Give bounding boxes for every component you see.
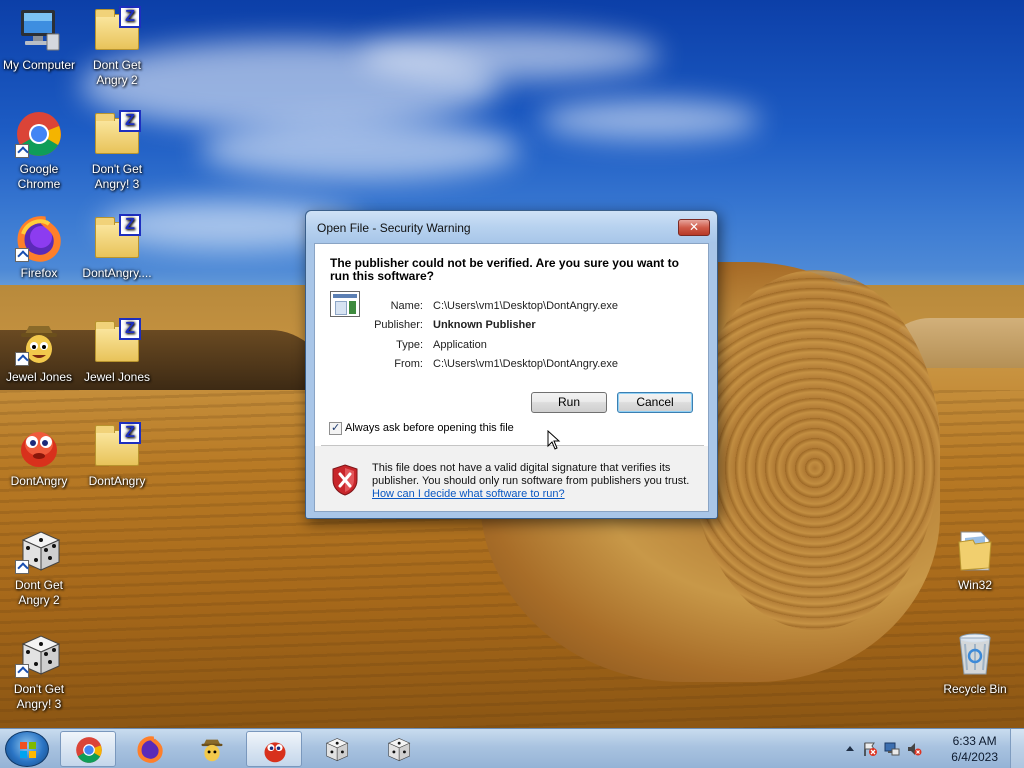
taskbar-firefox[interactable] (122, 731, 178, 767)
desktop-icon-label: Firefox (20, 266, 58, 280)
desktop-icon-label: Don't Get Angry! 3 (91, 162, 143, 191)
shield-warning-icon (331, 464, 359, 496)
desktop-icon-label: Jewel Jones (83, 370, 151, 384)
dialog-heading: The publisher could not be verified. Are… (330, 256, 679, 283)
jewel-jones-icon (15, 318, 63, 366)
field-label: Name: (390, 300, 423, 312)
shortcut-arrow-icon (15, 560, 29, 574)
network-icon[interactable] (884, 741, 900, 757)
dialog-footer: This file does not have a valid digital … (315, 446, 708, 511)
desktop-icon-label: Google Chrome (17, 162, 61, 191)
desktop-icon-label: DontAngry (88, 474, 146, 488)
desktop-icon-label: Recycle Bin (943, 682, 1007, 696)
folder-zip-icon: Z (93, 318, 141, 366)
help-link[interactable]: How can I decide what software to run? (372, 488, 565, 500)
desktop-icon-label: DontAngry (10, 474, 68, 488)
field-value: Unknown Publisher (433, 319, 536, 331)
desktop-icon-label: Jewel Jones (5, 370, 73, 384)
dontangry-game-icon (15, 422, 63, 470)
desktop-icon-label: Don't Get Angry! 3 (13, 682, 65, 711)
field-value: C:\Users\vm1\Desktop\DontAngry.exe (433, 300, 619, 312)
taskbar-dontangry[interactable] (246, 731, 302, 767)
desktop-icon-dont-get-angry-2[interactable]: Dont Get Angry 2 (0, 526, 78, 608)
dice-icon (322, 735, 350, 763)
dice-icon (15, 526, 63, 574)
close-button[interactable]: ✕ (678, 219, 710, 236)
always-ask-checkbox[interactable] (329, 421, 342, 435)
desktop-icon-jewel-jones-folder[interactable]: Z Jewel Jones (78, 318, 156, 385)
desktop-icon-label: Win32 (957, 578, 992, 592)
desktop-icon-dontangry-folder[interactable]: Z DontAngry.... (78, 214, 156, 281)
dice-icon (384, 735, 412, 763)
desktop-icon-label: DontAngry.... (82, 266, 152, 280)
dialog-content: The publisher could not be verified. Are… (314, 243, 709, 512)
desktop-icon-label: My Computer (2, 58, 76, 72)
clock-time: 6:33 AM (952, 734, 997, 748)
show-desktop-button[interactable] (1010, 729, 1024, 768)
desktop-icon-win32[interactable]: Win32 (936, 526, 1014, 593)
desktop-icon-dontangry-folder-2[interactable]: Z DontAngry (78, 422, 156, 489)
clock-date: 6/4/2023 (951, 750, 998, 764)
dialog-title: Open File - Security Warning (317, 221, 471, 235)
folder-zip-icon: Z (93, 6, 141, 54)
field-value: C:\Users\vm1\Desktop\DontAngry.exe (433, 358, 619, 370)
show-hidden-icons-icon[interactable] (842, 741, 858, 757)
desktop-icon-dont-get-angry-3-folder[interactable]: Z Don't Get Angry! 3 (78, 110, 156, 192)
start-button[interactable] (5, 731, 49, 767)
taskbar-dice-2[interactable] (370, 731, 426, 767)
field-label: Publisher: (374, 319, 423, 331)
dialog-titlebar[interactable]: Open File - Security Warning ✕ (306, 211, 717, 243)
dice-icon (15, 630, 63, 678)
taskbar-dice-1[interactable] (308, 731, 364, 767)
mouse-cursor-icon (547, 429, 561, 450)
desktop-icon-firefox[interactable]: Firefox (0, 214, 78, 281)
folder-zip-icon: Z (93, 110, 141, 158)
action-center-flag-icon[interactable] (862, 741, 878, 757)
folder-zip-icon: Z (93, 422, 141, 470)
clock[interactable]: 6:33 AM 6/4/2023 (951, 733, 998, 765)
cancel-button[interactable]: Cancel (617, 392, 693, 413)
firefox-icon (15, 214, 63, 262)
signature-warning-text: This file does not have a valid digital … (372, 462, 690, 487)
field-label: From: (394, 358, 423, 370)
always-ask-label[interactable]: Always ask before opening this file (345, 422, 514, 434)
taskbar: 6:33 AM 6/4/2023 (0, 728, 1024, 768)
desktop-icon-dont-get-angry-2-folder[interactable]: Z Dont Get Angry 2 (78, 6, 156, 88)
folder-icon (951, 526, 999, 574)
desktop-icon-recycle-bin[interactable]: Recycle Bin (936, 630, 1014, 697)
recycle-bin-icon (951, 630, 999, 678)
shortcut-arrow-icon (15, 248, 29, 262)
shortcut-arrow-icon (15, 144, 29, 158)
security-warning-dialog: Open File - Security Warning ✕ The publi… (305, 210, 718, 519)
field-label: Type: (396, 339, 423, 351)
computer-icon (15, 6, 63, 54)
desktop-icon-dontangry-game[interactable]: DontAngry (0, 422, 78, 489)
desktop-icon-label: Dont Get Angry 2 (92, 58, 142, 87)
dontangry-game-icon (261, 736, 289, 764)
system-tray: 6:33 AM 6/4/2023 (834, 729, 1024, 768)
shortcut-arrow-icon (15, 664, 29, 678)
desktop-icon-dont-get-angry-3[interactable]: Don't Get Angry! 3 (0, 630, 78, 712)
taskbar-chrome[interactable] (60, 731, 116, 767)
desktop-icon-google-chrome[interactable]: Google Chrome (0, 110, 78, 192)
desktop-icon-label: Dont Get Angry 2 (14, 578, 64, 607)
jewel-jones-icon (198, 735, 226, 763)
desktop-icon-my-computer[interactable]: My Computer (0, 6, 78, 73)
folder-zip-icon: Z (93, 214, 141, 262)
desktop-icon-jewel-jones[interactable]: Jewel Jones (0, 318, 78, 385)
run-button[interactable]: Run (531, 392, 607, 413)
taskbar-jewel-jones[interactable] (184, 731, 240, 767)
chrome-icon (15, 110, 63, 158)
field-value: Application (433, 339, 487, 351)
chrome-icon (75, 736, 103, 764)
firefox-icon (136, 735, 164, 763)
volume-muted-icon[interactable] (906, 741, 922, 757)
shortcut-arrow-icon (15, 352, 29, 366)
windows-logo-icon (20, 742, 36, 758)
